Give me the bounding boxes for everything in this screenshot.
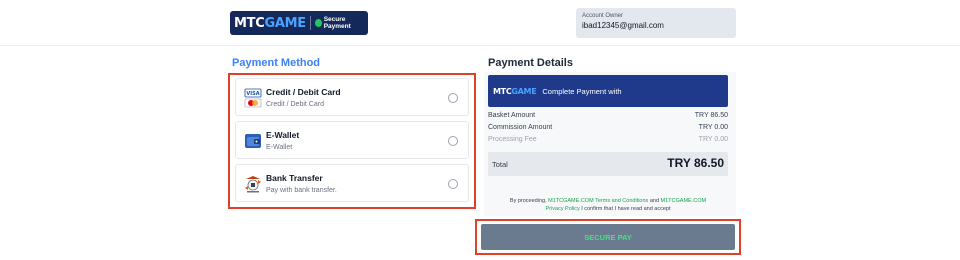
total-label: Total [492,160,508,169]
payment-option-ewallet[interactable]: E-Wallet E-Wallet [235,121,469,159]
bank-transfer-icon [245,176,261,193]
terms-and: and [649,198,660,204]
banner-text: Complete Payment with [542,86,622,96]
terms-link[interactable]: M1TCGAME.COM Terms and Conditions [548,198,648,204]
wallet-icon [245,134,261,148]
payment-option-subtitle: Credit / Debit Card [266,101,324,108]
credit-card-icon: VISA [244,88,262,108]
logo-text: MTCGAME [234,15,306,31]
header: MTCGAME Secure Payment Account Owner iba… [0,0,960,46]
svg-text:VISA: VISA [246,91,259,97]
total-row: Total TRY 86.50 [488,152,728,176]
payment-method-title: Payment Method [232,57,321,69]
basket-amount-label: Basket Amount [488,112,536,119]
payment-option-title: Credit / Debit Card [266,87,341,97]
secure-pay-highlight: SECURE PAY [475,219,741,255]
site-link[interactable]: M1TCGAME.COM [661,198,707,204]
commission-amount-value: TRY 0.00 [698,124,728,131]
payment-method-list: VISA Credit / Debit Card Credit / Debit … [228,73,476,209]
basket-amount-row: Basket Amount TRY 86.50 [488,112,728,119]
processing-fee-row: Processing Fee TRY 0.00 [488,136,728,143]
payment-option-title: Bank Transfer [266,173,323,183]
terms-prefix: By proceeding, [509,198,547,204]
shield-icon [314,19,322,27]
logo-divider [309,16,311,30]
commission-amount-row: Commission Amount TRY 0.00 [488,124,728,131]
account-owner-label: Account Owner [582,13,624,19]
payment-option-title: E-Wallet [266,130,300,140]
payment-details-title: Payment Details [488,57,573,69]
secure-payment-badge: Secure Payment [314,16,368,30]
payment-banner: MTCGAME Complete Payment with [488,75,728,107]
account-email: ibad12345@gmail.com [582,21,664,30]
payment-option-card[interactable]: VISA Credit / Debit Card Credit / Debit … [235,78,469,116]
banner-logo: MTCGAME [493,86,537,96]
radio-button[interactable] [448,93,458,103]
radio-button[interactable] [448,136,458,146]
payment-option-subtitle: Pay with bank transfer. [266,187,337,194]
processing-fee-label: Processing Fee [488,136,537,143]
basket-amount-value: TRY 86.50 [694,112,728,119]
payment-option-bank[interactable]: Bank Transfer Pay with bank transfer. [235,164,469,202]
logo[interactable]: MTCGAME Secure Payment [230,11,368,35]
processing-fee-value: TRY 0.00 [698,136,728,143]
commission-amount-label: Commission Amount [488,124,553,131]
privacy-policy-link[interactable]: Privacy Policy [545,206,579,212]
terms-suffix: I confirm that I have read and accept [581,206,671,212]
total-value: TRY 86.50 [667,156,724,170]
secure-pay-button[interactable]: SECURE PAY [481,224,735,250]
terms-text: By proceeding, M1TCGAME.COM Terms and Co… [488,197,728,213]
radio-button[interactable] [448,179,458,189]
account-owner-box: Account Owner ibad12345@gmail.com [576,8,736,38]
payment-option-subtitle: E-Wallet [266,144,293,151]
payment-details-panel: MTCGAME Complete Payment with Basket Amo… [484,72,736,216]
